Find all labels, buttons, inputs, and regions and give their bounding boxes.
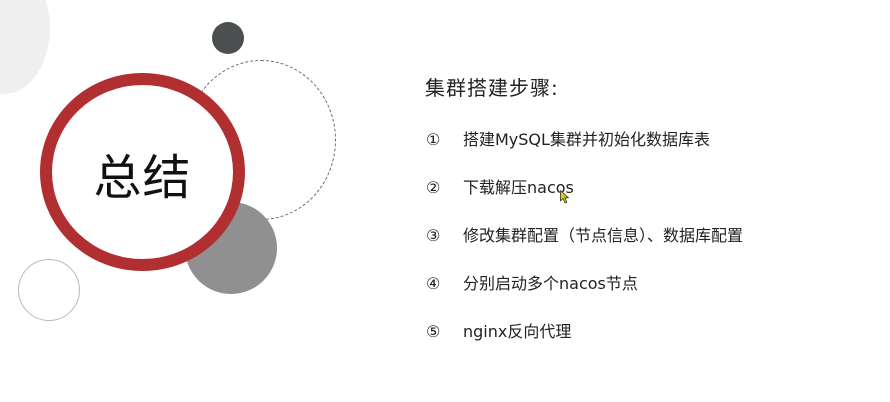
step-item: ④ 分别启动多个nacos节点 bbox=[426, 270, 638, 294]
steps-heading: 集群搭建步骤: bbox=[425, 76, 559, 100]
step-text: 修改集群配置（节点信息）、数据库配置 bbox=[463, 226, 744, 245]
step-number: ② bbox=[426, 178, 441, 197]
step-text: nginx反向代理 bbox=[463, 322, 572, 341]
step-item: ① 搭建MySQL集群并初始化数据库表 bbox=[426, 126, 710, 150]
step-text: 下载解压nacos bbox=[463, 178, 574, 197]
step-text: 搭建MySQL集群并初始化数据库表 bbox=[463, 130, 710, 149]
step-text: 分别启动多个nacos节点 bbox=[463, 274, 638, 293]
slide-title: 总结 bbox=[93, 150, 192, 206]
mouse-pointer-icon bbox=[560, 190, 569, 204]
step-item: ② 下载解压nacos bbox=[426, 174, 574, 198]
step-number: ④ bbox=[426, 274, 441, 293]
decorative-dark-dot bbox=[212, 22, 244, 54]
step-item: ③ 修改集群配置（节点信息）、数据库配置 bbox=[426, 222, 743, 246]
step-number: ① bbox=[426, 130, 441, 149]
title-ring: 总结 bbox=[40, 73, 245, 271]
decorative-small-ring bbox=[18, 259, 80, 321]
step-item: ⑤ nginx反向代理 bbox=[426, 318, 571, 342]
step-number: ⑤ bbox=[426, 322, 441, 341]
slide: 总结 集群搭建步骤: ① 搭建MySQL集群并初始化数据库表 ② 下载解压nacos… bbox=[0, 0, 890, 402]
step-number: ③ bbox=[426, 226, 441, 245]
decorative-gray-circle bbox=[0, 0, 50, 94]
